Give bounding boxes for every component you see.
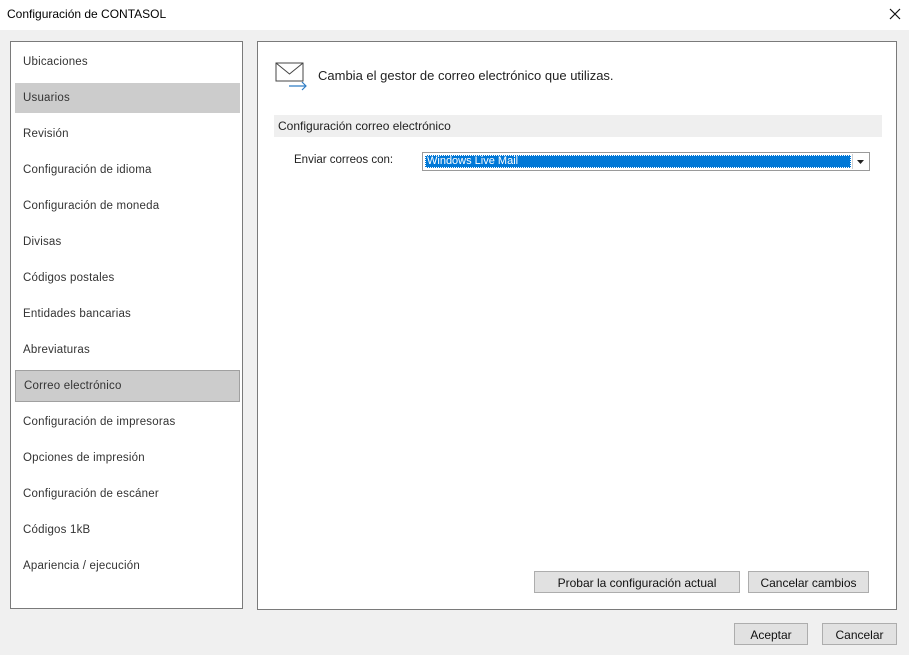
cancel-changes-button[interactable]: Cancelar cambios xyxy=(748,571,869,593)
sidebar-item-impresoras[interactable]: Configuración de impresoras xyxy=(15,407,240,437)
mail-client-select[interactable]: Windows Live Mail xyxy=(422,152,870,171)
sidebar-item-label: Abreviaturas xyxy=(23,344,90,356)
sidebar-item-codigos-1kb[interactable]: Códigos 1kB xyxy=(15,515,240,545)
cancel-button[interactable]: Cancelar xyxy=(822,623,897,645)
title-bar: Configuración de CONTASOL xyxy=(0,0,909,30)
settings-sidebar: Ubicaciones Usuarios Revisión Configurac… xyxy=(10,41,243,609)
sidebar-item-idioma[interactable]: Configuración de idioma xyxy=(15,155,240,185)
close-button[interactable] xyxy=(881,0,909,28)
dropdown-arrow[interactable] xyxy=(852,154,868,169)
sidebar-item-label: Códigos 1kB xyxy=(23,524,91,536)
sidebar-item-ubicaciones[interactable]: Ubicaciones xyxy=(15,47,240,77)
sidebar-item-label: Configuración de impresoras xyxy=(23,416,176,428)
sidebar-item-label: Usuarios xyxy=(23,92,70,104)
section-title: Configuración correo electrónico xyxy=(274,115,882,137)
window-title: Configuración de CONTASOL xyxy=(7,7,167,21)
close-icon xyxy=(889,8,901,20)
sidebar-item-label: Correo electrónico xyxy=(24,380,122,392)
sidebar-item-escaner[interactable]: Configuración de escáner xyxy=(15,479,240,509)
accept-button[interactable]: Aceptar xyxy=(734,623,808,645)
sidebar-item-label: Configuración de moneda xyxy=(23,200,160,212)
sidebar-item-label: Configuración de idioma xyxy=(23,164,152,176)
sidebar-item-label: Opciones de impresión xyxy=(23,452,145,464)
sidebar-item-label: Entidades bancarias xyxy=(23,308,132,320)
sidebar-item-divisas[interactable]: Divisas xyxy=(15,227,240,257)
send-with-label: Enviar correos con: xyxy=(294,154,394,166)
sidebar-item-codigos-postales[interactable]: Códigos postales xyxy=(15,263,240,293)
chevron-down-icon xyxy=(857,159,864,164)
sidebar-item-label: Ubicaciones xyxy=(23,56,88,68)
panel-header: Cambia el gestor de correo electrónico q… xyxy=(318,68,614,83)
sidebar-item-label: Revisión xyxy=(23,128,69,140)
sidebar-item-abreviaturas[interactable]: Abreviaturas xyxy=(15,335,240,365)
sidebar-item-label: Códigos postales xyxy=(23,272,115,284)
sidebar-item-label: Divisas xyxy=(23,236,62,248)
sidebar-item-moneda[interactable]: Configuración de moneda xyxy=(15,191,240,221)
sidebar-item-entidades-bancarias[interactable]: Entidades bancarias xyxy=(15,299,240,329)
sidebar-item-opciones-impresion[interactable]: Opciones de impresión xyxy=(15,443,240,473)
mail-icon xyxy=(275,62,307,91)
sidebar-item-label: Apariencia / ejecución xyxy=(23,560,140,572)
test-config-button[interactable]: Probar la configuración actual xyxy=(534,571,740,593)
sidebar-item-revision[interactable]: Revisión xyxy=(15,119,240,149)
settings-panel: Cambia el gestor de correo electrónico q… xyxy=(257,41,897,610)
sidebar-item-label: Configuración de escáner xyxy=(23,488,159,500)
mail-client-value: Windows Live Mail xyxy=(425,155,851,168)
sidebar-item-usuarios[interactable]: Usuarios xyxy=(15,83,240,113)
sidebar-item-correo[interactable]: Correo electrónico xyxy=(15,370,240,402)
sidebar-item-apariencia[interactable]: Apariencia / ejecución xyxy=(15,551,240,581)
